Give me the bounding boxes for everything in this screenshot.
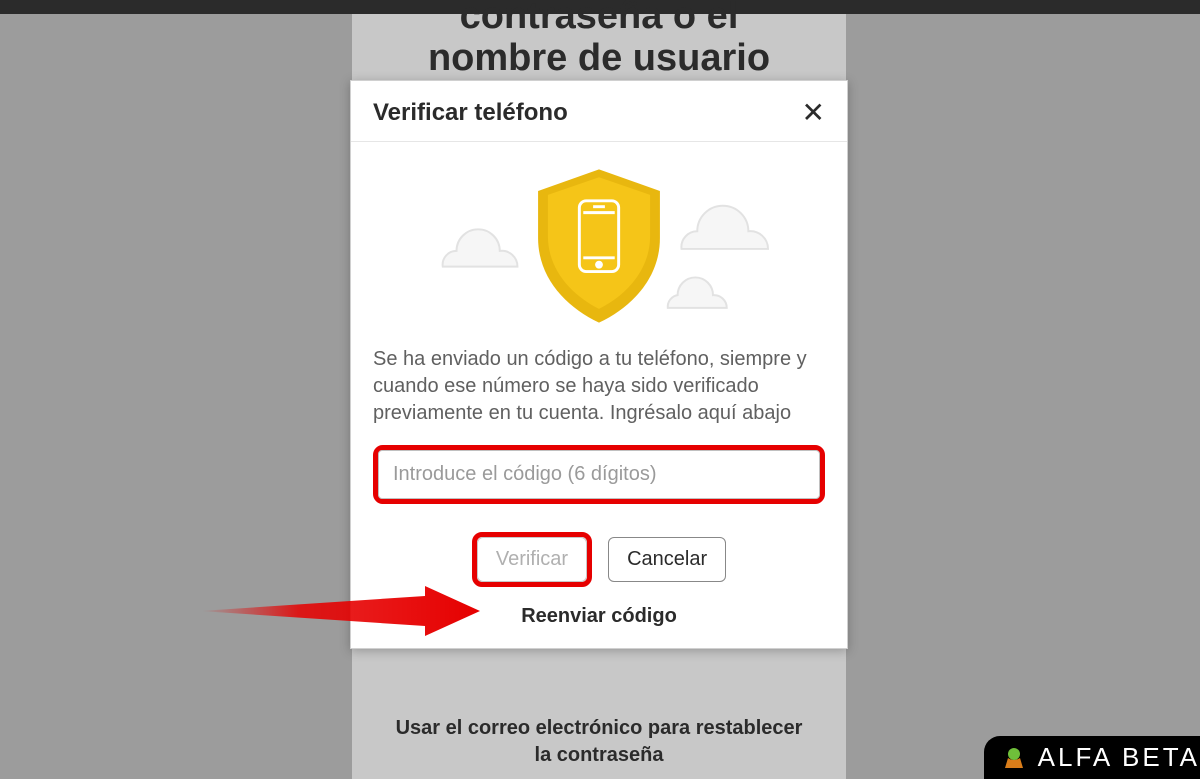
cancel-button[interactable]: Cancelar [608, 537, 726, 582]
verify-button-highlight: Verificar [472, 532, 592, 587]
resend-code-link[interactable]: Reenviar código [373, 605, 825, 636]
modal-body: Se ha enviado un código a tu teléfono, s… [351, 142, 847, 648]
watermark: ALFA BETA [984, 736, 1200, 779]
bg-title-line1: contraseña o el [460, 0, 739, 37]
bg-title-line2: nombre de usuario [428, 37, 770, 79]
bg-footer-line2: la contraseña [535, 744, 664, 766]
close-icon[interactable]: ✕ [802, 99, 825, 127]
modal-title: Verificar teléfono [373, 99, 568, 127]
button-row: Verificar Cancelar [373, 532, 825, 587]
use-email-link[interactable]: Usar el correo electrónico para restable… [352, 715, 846, 769]
instruction-text: Se ha enviado un código a tu teléfono, s… [373, 346, 825, 427]
verify-phone-modal: Verificar teléfono ✕ [350, 80, 848, 649]
code-input-highlight [373, 445, 825, 504]
watermark-logo-icon [1000, 744, 1028, 772]
modal-header: Verificar teléfono ✕ [351, 81, 847, 142]
code-input[interactable] [378, 450, 820, 499]
verify-button[interactable]: Verificar [477, 537, 587, 582]
background-title: contraseña o el nombre de usuario [352, 0, 846, 80]
watermark-text: ALFA BETA [1038, 742, 1200, 773]
shield-phone-illustration [373, 156, 825, 336]
shield-icon [538, 169, 660, 322]
bg-footer-line1: Usar el correo electrónico para restable… [396, 717, 803, 739]
